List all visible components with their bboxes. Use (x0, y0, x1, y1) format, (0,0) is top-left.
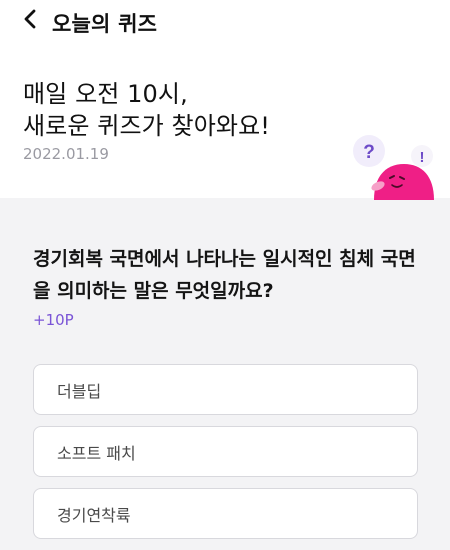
hero-headline-line1: 매일 오전 10시, (23, 80, 188, 108)
exclamation-mark-icon: ! (420, 149, 425, 166)
answer-options: 더블딥 소프트 패치 경기연착륙 (33, 364, 418, 550)
answer-option-3[interactable]: 경기연착륙 (33, 488, 418, 539)
answer-option-label: 더블딥 (57, 381, 102, 401)
quiz-question-line1: 경기회복 국면에서 나타나는 일시적인 침체 국면 (33, 248, 416, 270)
chevron-left-icon (24, 9, 36, 29)
quiz-date: 2022.01.19 (23, 145, 109, 163)
quiz-question-line2: 을 의미하는 말은 무엇일까요? (33, 280, 274, 302)
answer-option-label: 소프트 패치 (57, 443, 136, 463)
answer-option-1[interactable]: 더블딥 (33, 364, 418, 415)
quiz-question: 경기회복 국면에서 나타나는 일시적인 침체 국면 을 의미하는 말은 무엇일까… (33, 243, 433, 307)
reward-points: +10P (33, 311, 74, 329)
question-mark-icon: ? (363, 142, 375, 163)
hero-section: 오늘의 퀴즈 매일 오전 10시, 새로운 퀴즈가 찾아와요! 2022.01.… (0, 0, 450, 200)
answer-option-label: 경기연착륙 (57, 505, 131, 525)
app-header: 오늘의 퀴즈 (0, 0, 450, 40)
back-button[interactable] (18, 7, 42, 31)
answer-option-2[interactable]: 소프트 패치 (33, 426, 418, 477)
pink-mascot-icon: ? ! (353, 135, 434, 200)
page-title: 오늘의 퀴즈 (52, 12, 158, 36)
hero-headline-line2: 새로운 퀴즈가 찾아와요! (23, 112, 270, 140)
